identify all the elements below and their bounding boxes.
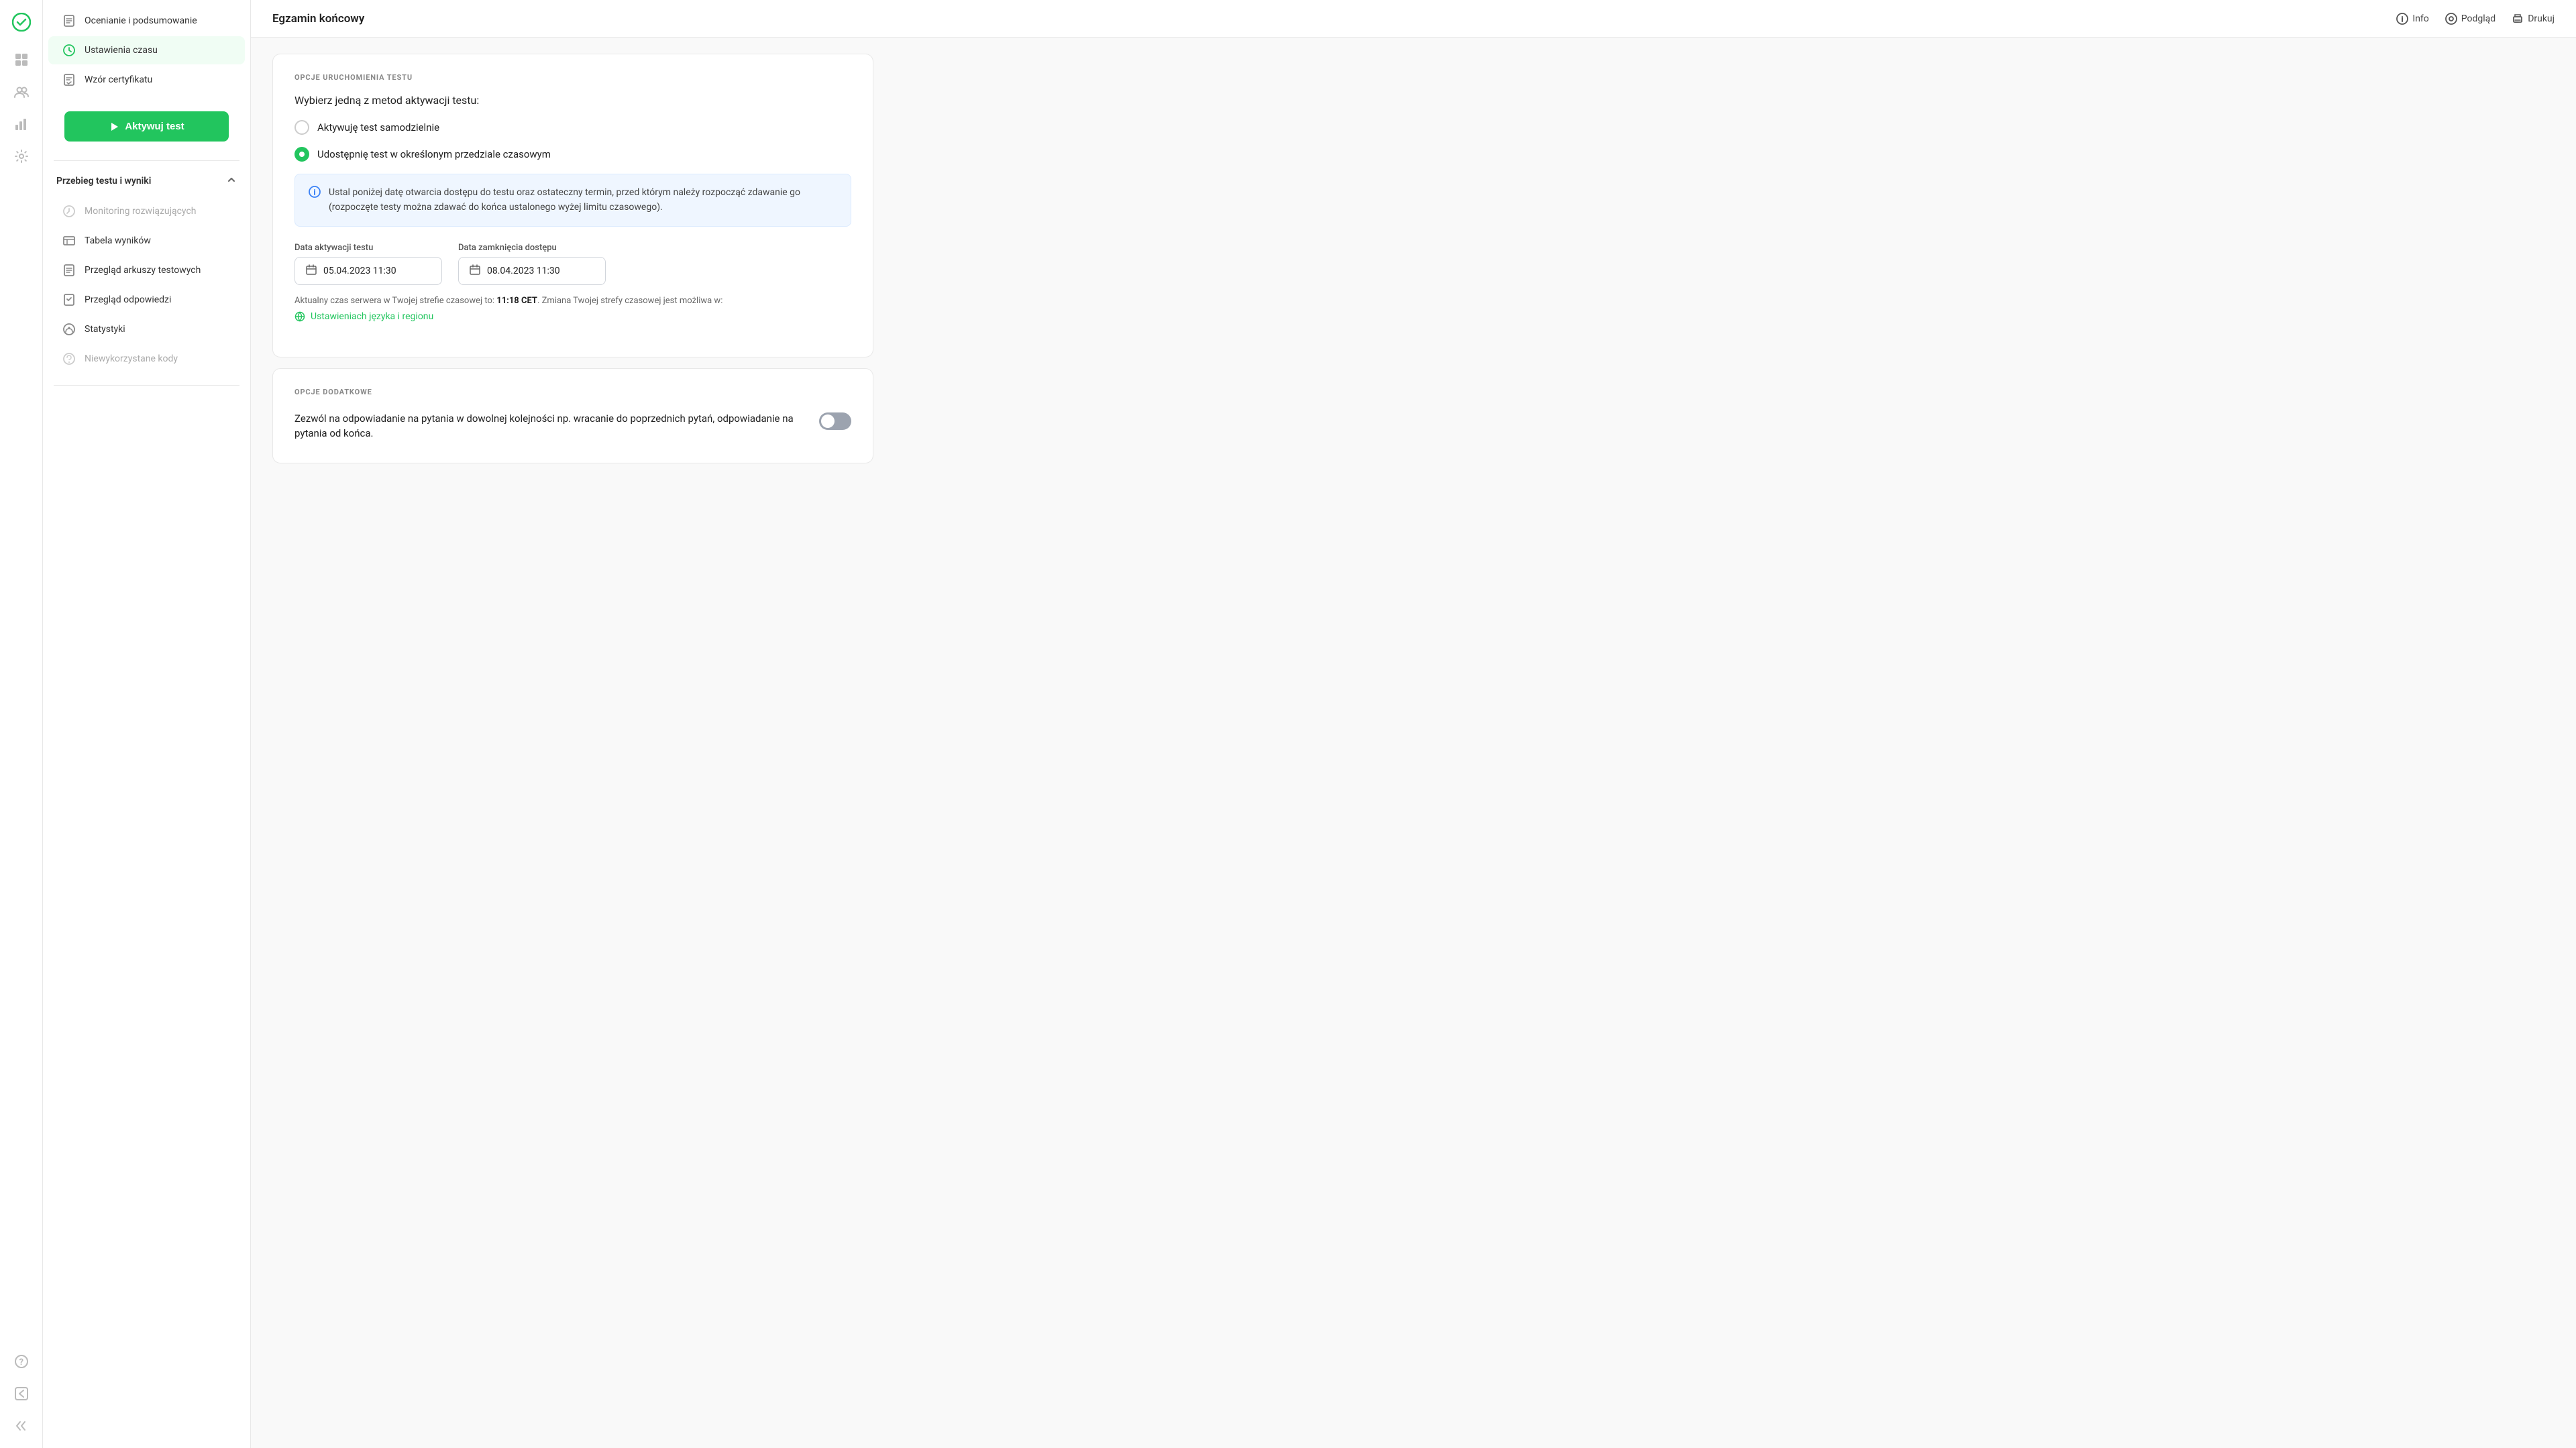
toggle-label: Zezwól na odpowiadanie na pytania w dowo… bbox=[294, 411, 803, 441]
monitoring-label: Monitoring rozwiązujących bbox=[85, 206, 196, 217]
activation-options-card: OPCJE URUCHOMIENIA TESTU Wybierz jedną z… bbox=[272, 54, 873, 357]
radio-option-samodzielnie[interactable]: Aktywuję test samodzielnie bbox=[294, 120, 851, 135]
statystyki-label: Statystyki bbox=[85, 324, 125, 335]
sidebar-item-wzor[interactable]: Wzór certyfikatu bbox=[48, 66, 245, 94]
settings-icon[interactable] bbox=[7, 142, 36, 170]
progress-section-header: Przebieg testu i wyniki bbox=[43, 166, 250, 190]
radio-label-przedzial: Udostępnię test w określonym przedziale … bbox=[317, 148, 551, 160]
toggle-row: Zezwól na odpowiadanie na pytania w dowo… bbox=[294, 408, 851, 444]
odpowiedzi-label: Przegląd odpowiedzi bbox=[85, 294, 171, 305]
calendar-icon-activation bbox=[306, 264, 317, 278]
info-box-text: Ustal poniżej datę otwarcia dostępu do t… bbox=[329, 185, 837, 215]
back-icon[interactable] bbox=[7, 1380, 36, 1408]
progress-section-title: Przebieg testu i wyniki bbox=[56, 176, 151, 186]
server-time-suffix: . Zmiana Twojej strefy czasowej jest moż… bbox=[537, 296, 722, 306]
additional-options-card: OPCJE DODATKOWE Zezwól na odpowiadanie n… bbox=[272, 368, 873, 463]
radio-outer-przedzial bbox=[294, 147, 309, 162]
nav-sidebar: Ocenianie i podsumowanie Ustawienia czas… bbox=[43, 0, 251, 1448]
svg-text:?: ? bbox=[19, 1357, 23, 1368]
radio-option-przedzial[interactable]: Udostępnię test w określonym przedziale … bbox=[294, 147, 851, 162]
content-area: OPCJE URUCHOMIENIA TESTU Wybierz jedną z… bbox=[251, 38, 895, 490]
sidebar-item-wzor-label: Wzór certyfikatu bbox=[85, 74, 152, 85]
info-action[interactable]: Info bbox=[2396, 13, 2428, 25]
sidebar-item-ustawienia-czasu[interactable]: Ustawienia czasu bbox=[48, 36, 245, 64]
topbar: Egzamin końcowy Info Podgląd bbox=[251, 0, 2576, 38]
sidebar-item-ocenianie[interactable]: Ocenianie i podsumowanie bbox=[48, 7, 245, 35]
section2-label: OPCJE DODATKOWE bbox=[294, 388, 851, 396]
toggle-knob bbox=[821, 414, 835, 428]
kody-icon bbox=[62, 351, 76, 366]
date-activation-input[interactable]: 05.04.2023 11:30 bbox=[294, 257, 442, 285]
brand-logo[interactable] bbox=[7, 8, 36, 36]
odpowiedzi-icon bbox=[62, 292, 76, 307]
info-icon bbox=[2396, 13, 2408, 25]
section1-label: OPCJE URUCHOMIENIA TESTU bbox=[294, 73, 851, 82]
info-label: Info bbox=[2412, 13, 2428, 24]
wzor-icon bbox=[62, 72, 76, 87]
arkuszy-icon bbox=[62, 263, 76, 278]
nav-divider-bottom bbox=[54, 385, 239, 386]
sidebar-item-tabela[interactable]: Tabela wyników bbox=[48, 227, 245, 255]
arkuszy-label: Przegląd arkuszy testowych bbox=[85, 265, 201, 276]
section1-question: Wybierz jedną z metod aktywacji testu: bbox=[294, 94, 851, 107]
date-activation-label: Data aktywacji testu bbox=[294, 243, 442, 253]
date-activation-field: Data aktywacji testu 05.04.2023 11:30 bbox=[294, 243, 442, 285]
statystyki-icon bbox=[62, 322, 76, 337]
date-close-label: Data zamknięcia dostępu bbox=[458, 243, 606, 253]
sidebar-item-kody[interactable]: Niewykorzystane kody bbox=[48, 345, 245, 373]
activate-test-button[interactable]: Aktywuj test bbox=[64, 111, 229, 142]
sidebar-item-ocenianie-label: Ocenianie i podsumowanie bbox=[85, 15, 197, 26]
server-time-prefix: Aktualny czas serwera w Twojej strefie c… bbox=[294, 296, 496, 306]
radio-outer-samodzielnie bbox=[294, 120, 309, 135]
nav-divider bbox=[54, 160, 239, 161]
sidebar-item-monitoring[interactable]: Monitoring rozwiązujących bbox=[48, 197, 245, 225]
radio-label-samodzielnie: Aktywuję test samodzielnie bbox=[317, 121, 439, 133]
sidebar-item-przeglad-arkuszy[interactable]: Przegląd arkuszy testowych bbox=[48, 256, 245, 284]
icon-sidebar: ? bbox=[0, 0, 43, 1448]
collapse-icon[interactable] bbox=[7, 1412, 36, 1440]
analytics-icon[interactable] bbox=[7, 110, 36, 138]
print-action[interactable]: Drukuj bbox=[2512, 13, 2555, 25]
date-activation-value: 05.04.2023 11:30 bbox=[323, 266, 396, 276]
date-close-input[interactable]: 08.04.2023 11:30 bbox=[458, 257, 606, 285]
tabela-icon bbox=[62, 233, 76, 248]
sidebar-item-ustawienia-label: Ustawienia czasu bbox=[85, 45, 158, 56]
globe-icon bbox=[294, 311, 305, 322]
preview-label: Podgląd bbox=[2461, 13, 2496, 24]
progress-section: Monitoring rozwiązujących Tabela wyników… bbox=[43, 190, 250, 380]
ustawienia-czasu-icon bbox=[62, 43, 76, 58]
server-time-value: 11:18 CET bbox=[496, 296, 537, 306]
server-time-info: Aktualny czas serwera w Twojej strefie c… bbox=[294, 296, 851, 306]
monitoring-icon bbox=[62, 204, 76, 219]
calendar-icon-close bbox=[470, 264, 480, 278]
help-icon[interactable]: ? bbox=[7, 1347, 36, 1376]
settings-link[interactable]: Ustawieniach języka i regionu bbox=[294, 311, 851, 322]
date-close-field: Data zamknięcia dostępu 08.04.2023 11:30 bbox=[458, 243, 606, 285]
main-content: Egzamin końcowy Info Podgląd bbox=[251, 0, 2576, 1448]
topbar-actions: Info Podgląd Drukuj bbox=[2396, 13, 2555, 25]
ocenianie-icon bbox=[62, 13, 76, 28]
users-icon[interactable] bbox=[7, 78, 36, 106]
dashboard-icon[interactable] bbox=[7, 46, 36, 74]
tabela-label: Tabela wyników bbox=[85, 235, 151, 246]
settings-link-label: Ustawieniach języka i regionu bbox=[311, 311, 433, 322]
kody-label: Niewykorzystane kody bbox=[85, 353, 178, 364]
sidebar-item-przeglad-odpowiedzi[interactable]: Przegląd odpowiedzi bbox=[48, 286, 245, 314]
sidebar-item-statystyki[interactable]: Statystyki bbox=[48, 315, 245, 343]
print-icon bbox=[2512, 13, 2524, 25]
preview-action[interactable]: Podgląd bbox=[2445, 13, 2496, 25]
radio-inner-przedzial bbox=[299, 152, 305, 157]
print-label: Drukuj bbox=[2528, 13, 2555, 24]
toggle-switch[interactable] bbox=[819, 412, 851, 430]
info-box: Ustal poniżej datę otwarcia dostępu do t… bbox=[294, 174, 851, 227]
topbar-title: Egzamin końcowy bbox=[272, 12, 364, 25]
info-box-icon bbox=[309, 186, 321, 215]
date-close-value: 08.04.2023 11:30 bbox=[487, 266, 560, 276]
preview-icon bbox=[2445, 13, 2457, 25]
section-collapse-toggle[interactable] bbox=[226, 174, 237, 188]
date-row: Data aktywacji testu 05.04.2023 11:30 Da… bbox=[294, 243, 851, 285]
